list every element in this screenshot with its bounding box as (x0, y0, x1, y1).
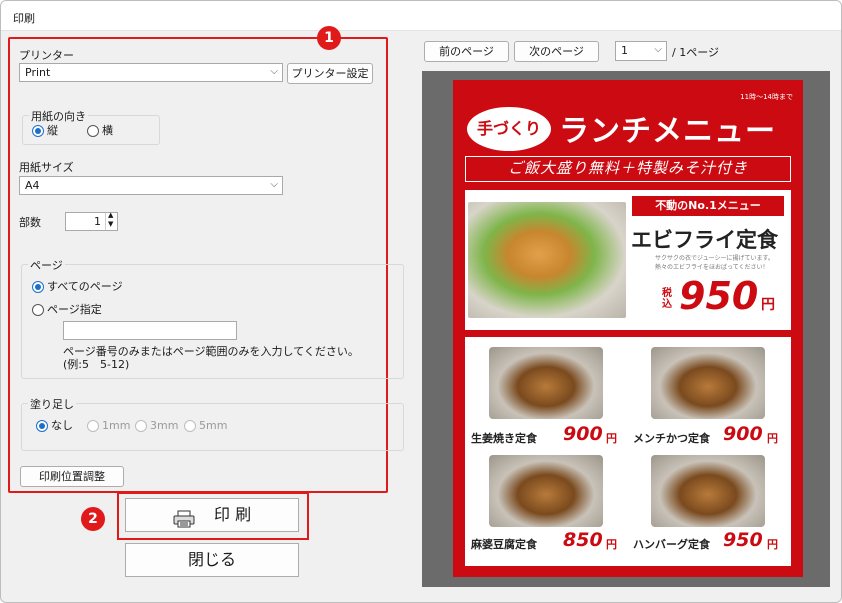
page-range-input[interactable] (63, 321, 237, 340)
printer-settings-button[interactable]: プリンター設定 (287, 63, 373, 84)
pages-all-radio[interactable]: すべてのページ (32, 280, 123, 294)
radio-unselected-icon (87, 420, 99, 432)
yen-label: 円 (767, 538, 778, 551)
window-title: 印刷 (13, 12, 35, 25)
page-select[interactable]: 1 ⌵ (615, 41, 667, 61)
pages-all-label: すべてのページ (47, 280, 123, 293)
featured-dish-card: 不動のNo.1メニュー エビフライ定食 サクサクの衣でジューシーに揚げています。… (465, 190, 791, 330)
paper-size-value: A4 (25, 179, 40, 192)
menu-item-name: 生姜焼き定食 (471, 432, 537, 445)
yen-label: 円 (767, 432, 778, 445)
menu-item-price: 950 (723, 529, 763, 551)
chevron-down-icon: ⌵ (270, 66, 278, 77)
bleed-1mm-radio[interactable]: 1mm (87, 419, 130, 433)
title-bar: 印刷 (1, 1, 841, 31)
print-button-label: 印 刷 (214, 505, 252, 524)
radio-selected-icon (32, 281, 44, 293)
print-preview-area: 11時～14時まで 手づくり ランチメニュー ご飯大盛り無料＋特製みそ汁付き 不… (422, 71, 830, 587)
radio-unselected-icon (32, 304, 44, 316)
poster-page: 11時～14時まで 手づくり ランチメニュー ご飯大盛り無料＋特製みそ汁付き 不… (453, 80, 803, 577)
close-button[interactable]: 閉じる (125, 543, 299, 577)
spin-down-icon[interactable]: ▼ (108, 220, 113, 228)
chevron-down-icon: ⌵ (654, 44, 662, 55)
menu-item-name: ハンバーグ定食 (633, 538, 710, 551)
hamburg-photo (651, 455, 765, 527)
pages-caption: ページ (28, 257, 65, 273)
radio-unselected-icon (87, 125, 99, 137)
bleed-option-label: 5mm (199, 419, 228, 432)
shogayaki-photo (489, 347, 603, 419)
featured-dish-desc: サクサクの衣でジューシーに揚げています。熱々のエビフライをほおばってください！ (655, 255, 774, 271)
printer-select-value: Print (25, 66, 51, 79)
bleed-option-label: 1mm (102, 419, 131, 432)
next-page-button[interactable]: 次のページ (514, 41, 599, 62)
callout-badge-2: 2 (81, 507, 105, 531)
orientation-landscape-radio[interactable]: 横 (87, 124, 113, 138)
menu-item-price: 900 (563, 423, 603, 445)
bleed-option-label: 3mm (150, 419, 179, 432)
prev-page-button[interactable]: 前のページ (424, 41, 509, 62)
copies-spinner[interactable]: ▲ ▼ (105, 211, 117, 230)
copies-value: 1 (94, 215, 101, 228)
radio-selected-icon (32, 125, 44, 137)
page-range-example: (例:5 5-12) (63, 358, 130, 371)
bleed-5mm-radio[interactable]: 5mm (184, 419, 227, 433)
orientation-portrait-label: 縦 (47, 124, 58, 137)
page-select-value: 1 (621, 44, 628, 57)
print-dialog: 印刷 1 プリンター Print ⌵ プリンター設定 用紙の向き 縦 横 用紙サ… (0, 0, 842, 603)
callout-badge-1: 1 (317, 26, 341, 50)
tax-label: 税込 (662, 288, 672, 310)
orientation-portrait-radio[interactable]: 縦 (32, 124, 58, 138)
copies-label: 部数 (19, 216, 41, 229)
yen-label: 円 (606, 432, 617, 445)
orientation-landscape-label: 横 (102, 124, 113, 137)
pages-range-label: ページ指定 (47, 303, 102, 316)
radio-unselected-icon (135, 420, 147, 432)
chevron-down-icon: ⌵ (270, 179, 278, 190)
menu-item-price: 900 (723, 423, 763, 445)
menu-item-price: 850 (563, 529, 603, 551)
featured-dish-name: エビフライ定食 (631, 228, 778, 252)
print-position-adjust-button[interactable]: 印刷位置調整 (20, 466, 124, 487)
mapo-tofu-photo (489, 455, 603, 527)
poster-band: ご飯大盛り無料＋特製みそ汁付き (465, 156, 791, 182)
printer-label: プリンター (19, 49, 74, 62)
copies-input[interactable]: 1 ▲ ▼ (65, 211, 118, 231)
bleed-none-radio[interactable]: なし (36, 419, 73, 433)
poster-title: ランチメニュー (559, 114, 776, 149)
paper-size-label: 用紙サイズ (19, 161, 74, 174)
spin-up-icon[interactable]: ▲ (108, 211, 113, 219)
featured-price: 950 (679, 274, 759, 318)
paper-size-select[interactable]: A4 ⌵ (19, 176, 283, 195)
radio-selected-icon (36, 420, 48, 432)
poster-hours: 11時～14時まで (740, 93, 793, 101)
yen-label: 円 (761, 297, 775, 313)
menu-grid: 生姜焼き定食 900 円 メンチかつ定食 900 円 麻婆豆腐定食 850 円 (465, 337, 791, 566)
featured-tag: 不動のNo.1メニュー (632, 196, 784, 216)
pages-range-radio[interactable]: ページ指定 (32, 303, 102, 317)
menu-item-name: メンチかつ定食 (633, 432, 710, 445)
orientation-caption: 用紙の向き (29, 108, 88, 124)
yen-label: 円 (606, 538, 617, 551)
print-button[interactable]: 印 刷 (125, 498, 299, 532)
bleed-caption: 塗り足し (28, 396, 76, 412)
printer-icon (173, 507, 195, 527)
menchi-katsu-photo (651, 347, 765, 419)
bleed-3mm-radio[interactable]: 3mm (135, 419, 178, 433)
bleed-option-label: なし (51, 419, 73, 432)
menu-item-name: 麻婆豆腐定食 (471, 538, 537, 551)
ebi-fry-photo (468, 202, 626, 318)
printer-select[interactable]: Print ⌵ (19, 63, 283, 82)
poster-logo: 手づくり (467, 107, 551, 151)
page-total: / 1ページ (672, 46, 719, 59)
radio-unselected-icon (184, 420, 196, 432)
